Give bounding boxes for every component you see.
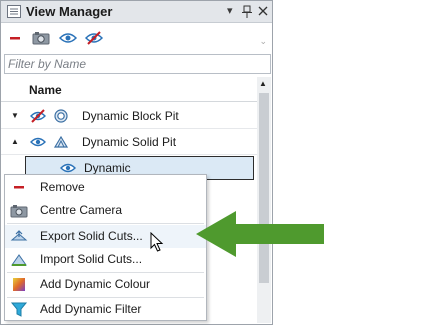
menu-item-label: Import Solid Cuts... (40, 252, 143, 266)
close-icon[interactable] (257, 3, 269, 20)
toolbar: ⌄ (1, 24, 272, 54)
mouse-cursor-icon (150, 232, 164, 252)
column-header[interactable]: Name (1, 80, 257, 102)
remove-icon (14, 186, 24, 189)
scroll-up-icon[interactable]: ▲ (259, 79, 267, 88)
pin-icon[interactable] (241, 3, 253, 20)
eye-icon[interactable] (59, 30, 77, 46)
title-bar: View Manager ▾ (1, 1, 272, 23)
export-cuts-icon (10, 230, 28, 241)
menu-item-label: Add Dynamic Colour (40, 277, 151, 291)
menu-item-add-dynamic-filter[interactable]: Add Dynamic Filter (5, 298, 206, 321)
collapse-icon[interactable]: ▼ (11, 111, 19, 120)
row-label: Dynamic Solid Pit (82, 135, 177, 149)
context-menu: Remove Centre Camera Export Solid Cuts..… (4, 174, 207, 321)
dropdown-icon[interactable]: ▾ (227, 3, 237, 20)
eye-icon[interactable] (60, 161, 76, 175)
remove-icon[interactable] (6, 30, 24, 46)
name-column-label: Name (29, 83, 62, 97)
toolbar-overflow-icon[interactable]: ⌄ (259, 36, 267, 47)
menu-item-label: Add Dynamic Filter (40, 302, 142, 316)
tree-row-dynamic-block-pit[interactable]: ▼ Dynamic Block Pit (1, 104, 257, 129)
annotation-arrow-icon (196, 211, 324, 257)
menu-item-centre-camera[interactable]: Centre Camera (5, 199, 206, 222)
menu-item-add-dynamic-colour[interactable]: Add Dynamic Colour (5, 273, 206, 296)
filter-icon (10, 302, 28, 317)
colour-icon (13, 278, 25, 291)
expand-icon[interactable]: ▲ (11, 137, 19, 146)
menu-item-remove[interactable]: Remove (5, 176, 206, 199)
eye-hidden-icon[interactable] (85, 30, 103, 46)
tree-row-dynamic-solid-pit[interactable]: ▲ Dynamic Solid Pit (1, 130, 257, 155)
panel-title: View Manager (26, 4, 113, 19)
import-cuts-icon (11, 254, 27, 266)
menu-item-label: Remove (40, 180, 85, 194)
menu-separator (7, 223, 204, 224)
vertical-scrollbar[interactable]: ▲ (257, 77, 271, 323)
menu-item-import-solid-cuts[interactable]: Import Solid Cuts... (5, 248, 206, 271)
filter-input[interactable]: Filter by Name (4, 54, 271, 74)
block-pit-icon (54, 109, 68, 123)
eye-icon[interactable] (30, 135, 46, 149)
menu-item-label: Export Solid Cuts... (40, 229, 143, 243)
menu-item-label: Centre Camera (40, 203, 123, 217)
menu-item-export-solid-cuts[interactable]: Export Solid Cuts... (5, 225, 206, 248)
camera-icon (10, 205, 28, 218)
row-label: Dynamic Block Pit (82, 109, 179, 123)
solid-pit-icon (53, 135, 69, 148)
panel-menu-icon[interactable] (7, 5, 21, 18)
row-label: Dynamic (84, 161, 131, 175)
camera-icon[interactable] (32, 30, 50, 46)
eye-hidden-icon[interactable] (30, 109, 46, 123)
